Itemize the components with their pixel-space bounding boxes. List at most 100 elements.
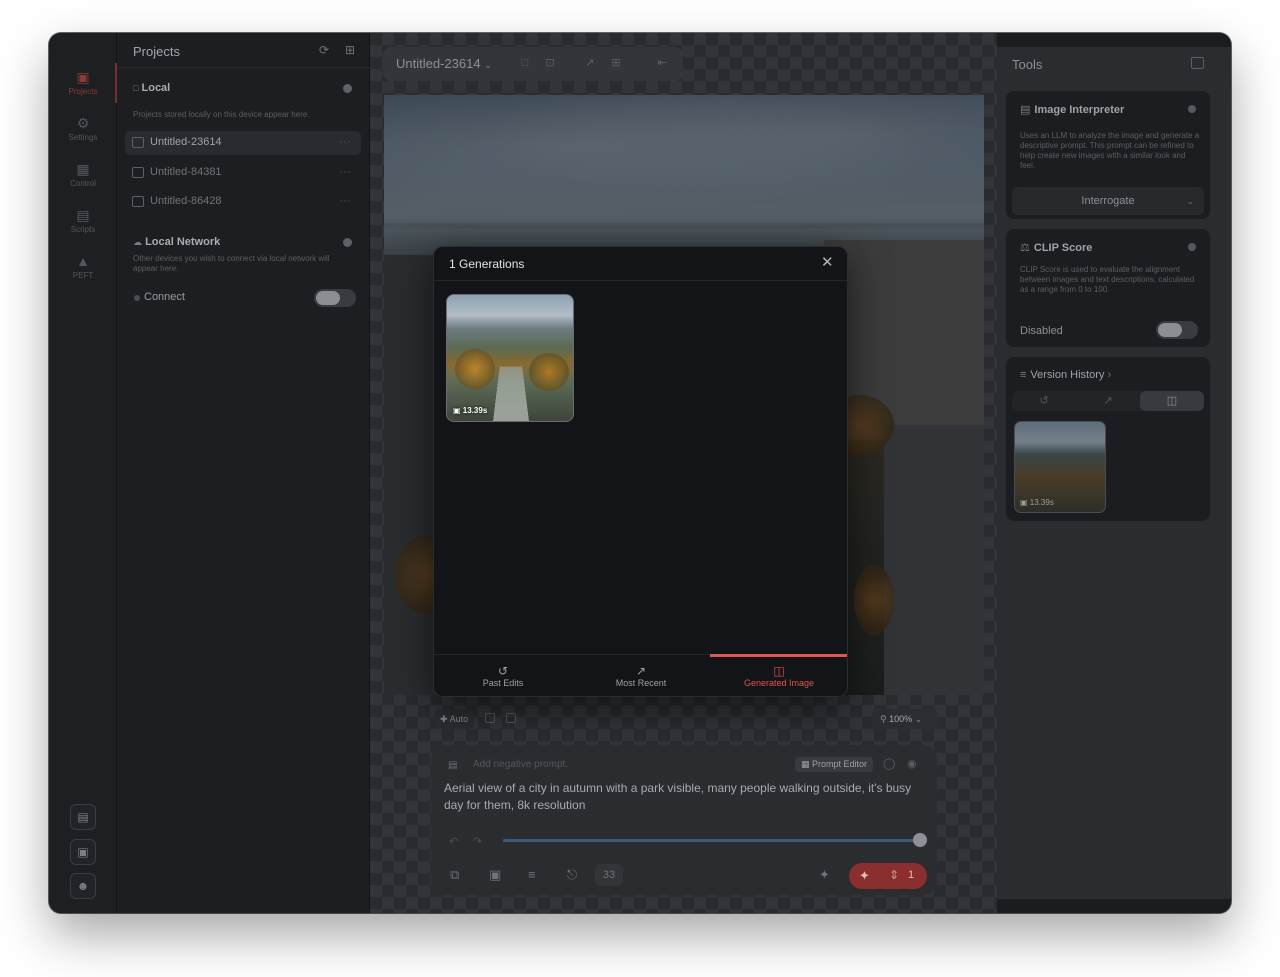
version-tabs: ↺ ↗ ◫ <box>1012 391 1204 411</box>
export-icon[interactable]: ↗ <box>583 56 597 70</box>
toggle-knob <box>316 291 340 305</box>
undo-icon[interactable]: ↶ <box>449 835 458 848</box>
image-icon: ▣ <box>453 406 461 415</box>
project-name: Untitled-84381 <box>150 166 222 178</box>
project-row[interactable]: Untitled-86428 ··· <box>125 190 361 214</box>
clip-score-title: ⚖ CLIP Score <box>1020 242 1093 254</box>
chevron-right-icon: › <box>1107 369 1112 381</box>
generated-icon: ◫ <box>1166 395 1178 407</box>
region-icon[interactable]: ▣ <box>489 867 501 883</box>
control-icon: ▦ <box>76 161 90 177</box>
more-icon[interactable]: ··· <box>339 164 351 178</box>
slider-thumb[interactable] <box>913 833 927 847</box>
chat-icon[interactable]: ◯ <box>883 757 895 770</box>
zoom-dropdown[interactable]: ⚲ 100% ⌄ <box>872 709 938 729</box>
layers-icon[interactable]: ⊞ <box>609 56 623 70</box>
add-project-icon[interactable]: ⊞ <box>343 43 357 57</box>
rail-item-scripts[interactable]: ▤ Scripts <box>49 207 117 234</box>
steps-badge[interactable]: 33 <box>595 864 623 886</box>
version-history-card: ≡ Version History › ↺ ↗ ◫ ▣ 13.39s <box>1006 357 1210 521</box>
tab-generated-image[interactable]: ◫ Generated Image <box>710 654 847 696</box>
peft-icon: ▲ <box>76 253 90 269</box>
version-thumbnail[interactable]: ▣ 13.39s <box>1014 421 1106 513</box>
attach-icon[interactable]: ⎋ <box>567 867 577 883</box>
connect-toggle[interactable] <box>314 289 356 307</box>
sidebar-toggle-icon[interactable] <box>1191 57 1204 69</box>
more-icon[interactable]: ··· <box>339 193 351 207</box>
modal-divider <box>434 280 847 281</box>
prompt-input[interactable]: Aerial view of a city in autumn with a p… <box>444 780 924 814</box>
history-icon: ↺ <box>1039 395 1049 407</box>
collapse-icon[interactable]: ⇤ <box>655 56 669 70</box>
sparkle-icon: ✦ <box>859 868 870 883</box>
app-window: ▣ Projects ⚙ Settings ▦ Control ▤ Script… <box>49 33 1231 913</box>
sync-icon[interactable]: ⟳ <box>317 43 331 57</box>
redo-icon[interactable]: ↷ <box>473 835 482 848</box>
thumbnail-caption: ▣ 13.39s <box>453 406 488 415</box>
copy-icon[interactable]: ⧉ <box>450 867 459 883</box>
interrogate-button[interactable]: Interrogate ⌄ <box>1012 187 1204 215</box>
project-row[interactable]: Untitled-23614 ··· <box>125 131 361 155</box>
rail-item-settings[interactable]: ⚙ Settings <box>49 115 117 142</box>
import-icon[interactable]: ⊡ <box>543 56 557 70</box>
expand-icon: ↗ <box>635 664 647 678</box>
local-description: Projects stored locally on this device a… <box>133 110 310 119</box>
left-rail: ▣ Projects ⚙ Settings ▦ Control ▤ Script… <box>49 33 117 913</box>
prompt-panel: ▤ Add negative prompt. ▦ Prompt Editor ◯… <box>431 745 937 895</box>
select-icon[interactable] <box>485 713 495 723</box>
trees <box>455 349 495 389</box>
clip-score-toggle[interactable] <box>1156 321 1198 339</box>
interpreter-icon: ▤ <box>1020 104 1031 116</box>
project-title-dropdown[interactable]: Untitled-23614 ⌄ <box>396 56 492 71</box>
new-file-icon[interactable]: □ <box>518 56 532 70</box>
account-button[interactable]: ☻ <box>70 873 96 899</box>
image-interpreter-card: ▤ Image Interpreter Uses an LLM to analyz… <box>1006 91 1210 219</box>
prompt-editor-button[interactable]: ▦ Prompt Editor <box>795 757 874 772</box>
generate-button[interactable]: ✦ ⇕ 1 <box>849 863 927 889</box>
tab-past-edits[interactable]: ↺ <box>1012 391 1076 411</box>
thumbnail-caption: ▣ 13.39s <box>1020 498 1054 507</box>
editor-icon: ▦ <box>801 759 810 769</box>
local-info-icon[interactable] <box>343 84 352 93</box>
modal-tabs: ↺ Past Edits ↗ Most Recent ◫ Generated I… <box>434 654 847 696</box>
history-icon: ↺ <box>497 664 509 678</box>
project-name: Untitled-86428 <box>150 195 222 207</box>
rail-item-projects[interactable]: ▣ Projects <box>49 69 117 96</box>
tab-most-recent[interactable]: ↗ Most Recent <box>572 655 710 696</box>
clip-info-icon[interactable] <box>1188 243 1196 251</box>
connect-label: Connect <box>144 291 185 303</box>
network-description: Other devices you wish to connect via lo… <box>133 254 330 273</box>
trees <box>529 353 569 391</box>
generation-thumbnail[interactable]: ▣ 13.39s <box>446 294 574 422</box>
tab-past-edits[interactable]: ↺ Past Edits <box>434 655 572 696</box>
close-icon[interactable]: ✕ <box>821 255 834 271</box>
interpreter-info-icon[interactable] <box>1188 105 1196 113</box>
tab-generated-image[interactable]: ◫ <box>1140 391 1204 411</box>
version-history-title[interactable]: ≡ Version History › <box>1020 369 1111 381</box>
rail-item-control[interactable]: ▦ Control <box>49 161 117 188</box>
visibility-icon[interactable]: ◉ <box>907 757 917 770</box>
more-icon[interactable]: ··· <box>339 134 351 148</box>
magic-icon[interactable]: ✦ <box>819 867 830 883</box>
projects-title: Projects <box>133 44 180 59</box>
server-button[interactable]: ▤ <box>70 804 96 830</box>
network-info-icon[interactable] <box>343 238 352 247</box>
strength-slider[interactable] <box>503 839 918 842</box>
auto-button[interactable]: ✚ Auto <box>434 709 474 729</box>
device-button[interactable]: ▣ <box>70 839 96 865</box>
image-interpreter-description: Uses an LLM to analyze the image and gen… <box>1020 131 1200 170</box>
negative-prompt-input[interactable]: Add negative prompt. <box>473 759 568 770</box>
chevron-down-icon: ⌄ <box>484 60 492 70</box>
account-icon: ☻ <box>76 879 90 893</box>
crop-icon[interactable] <box>506 713 516 723</box>
scripts-icon: ▤ <box>76 207 90 223</box>
tab-most-recent[interactable]: ↗ <box>1076 391 1140 411</box>
rail-item-peft[interactable]: ▲ PEFT <box>49 253 117 280</box>
stepper-icon[interactable]: ⇕ <box>889 868 899 882</box>
project-row[interactable]: Untitled-84381 ··· <box>125 161 361 185</box>
clip-score-card: ⚖ CLIP Score CLIP Score is used to evalua… <box>1006 229 1210 347</box>
list-icon[interactable]: ≡ <box>528 867 536 882</box>
generations-modal: 1 Generations ✕ ▣ 13.39s ↺ Past Edits ↗ … <box>433 246 848 697</box>
toggle-knob <box>1158 323 1182 337</box>
image-icon <box>132 167 144 178</box>
